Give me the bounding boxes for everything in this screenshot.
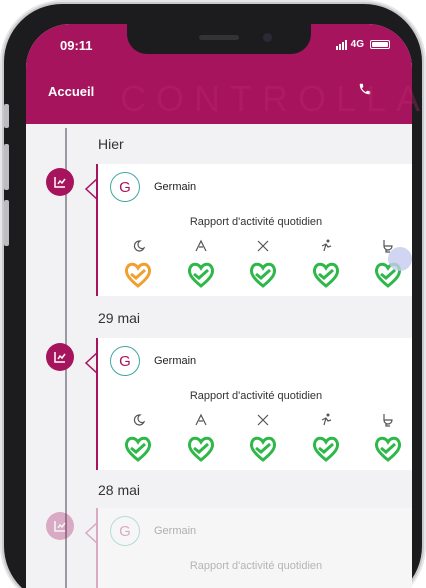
activity-icon <box>321 413 331 426</box>
resident-name: Germain <box>154 525 197 537</box>
network-label: 4G <box>350 39 364 50</box>
heart-orange-icon <box>124 262 152 288</box>
report-card[interactable]: G Germain Rapport d'activité quotidien <box>84 164 412 296</box>
notch <box>127 24 311 54</box>
report-icon <box>46 343 74 371</box>
day-label: Hier <box>98 136 124 152</box>
heart-green-icon <box>312 262 339 288</box>
heart-green-icon <box>249 436 277 462</box>
hygiene-icon <box>257 240 269 252</box>
avatar: G <box>110 172 140 202</box>
heart-green-icon <box>187 262 214 288</box>
report-icon <box>46 512 74 540</box>
signal-icon <box>335 39 347 50</box>
volume-up-button <box>4 144 9 190</box>
watermark: CONTROLLA <box>120 78 426 119</box>
activity-row <box>118 412 408 462</box>
sleep-icon <box>133 414 146 426</box>
report-title: Rapport d'activité quotidien <box>189 216 323 228</box>
activity-toilet <box>368 412 408 462</box>
avatar: G <box>110 346 140 376</box>
avatar: G <box>110 516 140 546</box>
report-card[interactable]: G Germain Rapport d'activité quotidien <box>84 508 412 588</box>
battery-icon <box>370 40 390 49</box>
report-card[interactable]: G Germain Rapport d'activité quotidien <box>84 338 412 470</box>
heart-green-icon <box>187 436 214 462</box>
hygiene-icon <box>257 414 269 426</box>
activity-row <box>118 238 408 288</box>
heart-green-icon <box>312 436 339 462</box>
side-button <box>4 104 9 128</box>
floating-touch-dot[interactable] <box>388 247 412 271</box>
activity-exercise <box>306 412 346 462</box>
meal-icon <box>194 239 207 252</box>
report-title: Rapport d'activité quotidien <box>189 560 323 572</box>
activity-meal <box>181 412 221 462</box>
toilet-icon <box>383 414 393 427</box>
activity-hygiene <box>243 412 283 462</box>
day-label: 29 mai <box>98 310 141 326</box>
activity-sleep <box>118 412 158 462</box>
report-icon <box>46 168 74 196</box>
meal-icon <box>194 413 207 426</box>
heart-green-icon <box>124 436 152 462</box>
resident-name: Germain <box>154 355 197 367</box>
heart-green-icon <box>249 262 277 288</box>
report-title: Rapport d'activité quotidien <box>189 390 323 402</box>
activity-hygiene <box>243 238 283 288</box>
resident-name: Germain <box>154 181 197 193</box>
volume-down-button <box>4 200 9 246</box>
activity-icon <box>321 239 331 252</box>
activity-sleep <box>118 238 158 288</box>
status-time: 09:11 <box>60 38 93 53</box>
day-label: 28 mai <box>98 482 141 498</box>
sleep-icon <box>133 240 146 252</box>
page-title: Accueil <box>48 84 95 99</box>
activity-meal <box>181 238 221 288</box>
status-indicators: 4G <box>335 39 390 50</box>
activity-exercise <box>306 238 346 288</box>
heart-green-icon <box>374 436 402 462</box>
